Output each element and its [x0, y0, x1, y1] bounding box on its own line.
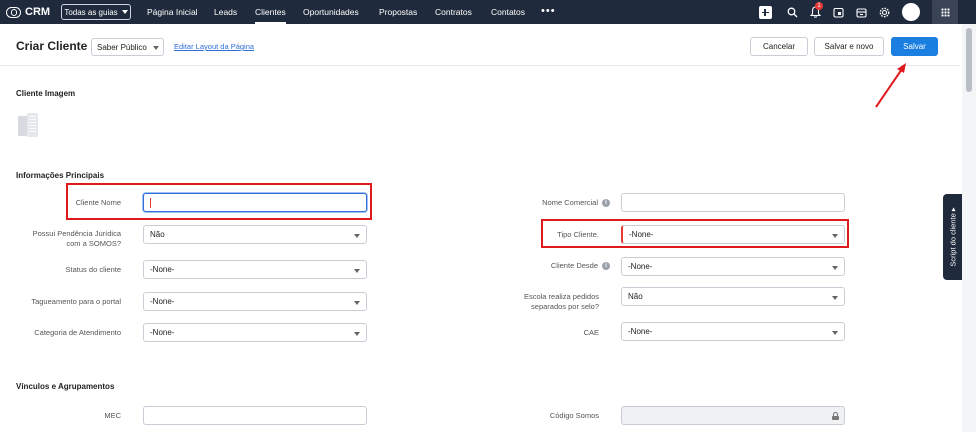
script-do-cliente-tab[interactable]: Script do cliente ▸: [943, 194, 962, 280]
annotation-arrows: [875, 63, 972, 399]
annotation-arrowhead-save: [897, 63, 906, 73]
script-tab-label: Script do cliente ▸: [948, 207, 957, 267]
scrollbar-thumb[interactable]: [966, 28, 972, 92]
annotation-arrow-to-save: [875, 68, 903, 108]
